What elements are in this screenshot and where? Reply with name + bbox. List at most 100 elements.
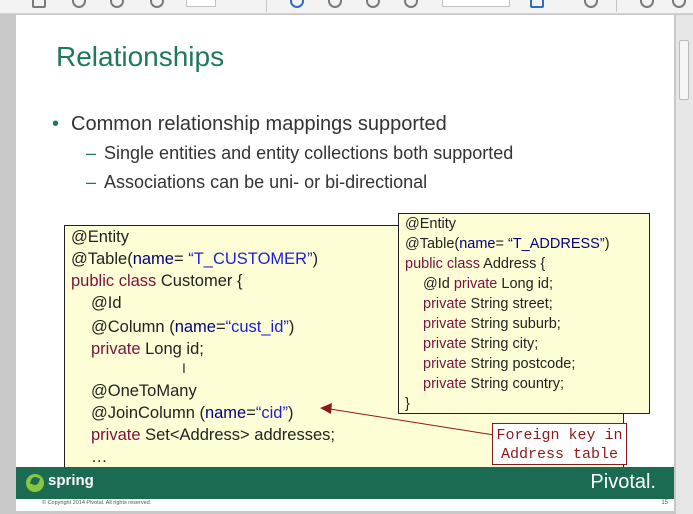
code-line: @Table(name= “T_ADDRESS”) — [405, 236, 610, 252]
next-page-icon[interactable] — [150, 0, 164, 8]
string-literal: “T_ADDRESS” — [508, 236, 605, 252]
code-text: String country; — [466, 376, 565, 392]
zoom-out-icon[interactable] — [328, 0, 342, 8]
slide-footer: spring Pivotal. — [16, 467, 674, 499]
annotation-text: @Entity — [405, 216, 456, 232]
annotation-text: @Id — [423, 276, 454, 292]
operator-text: = — [215, 318, 226, 336]
code-line: @OneToMany — [91, 382, 197, 401]
bullet-text: Common relationship mappings supported — [71, 113, 447, 135]
punctuation-text: ) — [604, 236, 610, 252]
code-line: @Entity — [71, 228, 129, 247]
annotation-text: @Table( — [405, 236, 460, 252]
bullet-item: • Common relationship mappings supported — [52, 113, 447, 136]
code-line: private Set<Address> addresses; — [91, 426, 335, 445]
punctuation-text: ) — [288, 318, 295, 336]
string-literal: “cid” — [255, 404, 288, 422]
code-line: @Table(name= “T_CUSTOMER”) — [71, 250, 318, 269]
operator-text: = — [495, 236, 508, 252]
code-line: @JoinColumn (name=“cid”) — [91, 404, 293, 423]
code-line: @Column (name=“cust_id”) — [91, 318, 294, 337]
punctuation-text: ) — [287, 404, 294, 422]
viewer-toolbar — [0, 0, 693, 14]
attribute-name: name — [174, 318, 216, 336]
zoom-in-icon[interactable] — [366, 0, 380, 8]
page-number: 15 — [661, 500, 668, 506]
attribute-name: name — [204, 404, 247, 422]
attribute-name: name — [132, 250, 174, 268]
text-cursor-icon: I — [182, 360, 186, 376]
sign-icon[interactable] — [584, 0, 598, 8]
dash-marker: – — [86, 172, 97, 192]
copyright-text: © Copyright 2014 Pivotal. All rights res… — [42, 500, 152, 506]
code-line: @Id private Long id; — [423, 276, 553, 292]
dash-marker: – — [86, 143, 97, 163]
code-line: public class Address { — [405, 256, 545, 272]
foreign-key-callout: Foreign key in Address table — [492, 423, 627, 465]
ellipsis-text: … — [91, 448, 108, 466]
toolbar-separator — [266, 0, 267, 12]
keyword-text: private — [91, 426, 141, 444]
code-line: } — [405, 396, 410, 412]
zoom-level-field[interactable] — [442, 0, 510, 7]
code-text: Set<Address> addresses; — [140, 426, 335, 444]
slide-title: Relationships — [56, 41, 225, 72]
keyword-text: private — [453, 276, 498, 292]
keyword-text: private — [423, 356, 467, 372]
page-icon[interactable] — [32, 0, 46, 8]
code-text: Long id; — [140, 340, 204, 358]
sub-bullet-item: – Single entities and entity collections … — [86, 143, 513, 164]
code-text: String city; — [466, 336, 539, 352]
annotation-text: @Entity — [71, 228, 130, 246]
punctuation-text: ) — [312, 250, 319, 268]
annotation-text: @OneToMany — [91, 382, 197, 400]
annotation-text: @Table( — [71, 250, 133, 268]
select-tool-icon[interactable] — [290, 0, 304, 8]
page-number-field[interactable] — [186, 0, 216, 7]
operator-text: = — [173, 250, 189, 268]
scrollbar-thumb[interactable] — [679, 40, 689, 100]
keyword-text: private — [423, 336, 467, 352]
comment-icon[interactable] — [640, 0, 654, 8]
slide-page: Relationships • Common relationship mappi… — [16, 15, 674, 511]
annotation-text: @Column ( — [91, 318, 175, 336]
brace-text: } — [405, 396, 410, 412]
attribute-name: name — [459, 236, 496, 252]
annotation-text: @Id — [91, 294, 122, 312]
code-text: Customer { — [156, 272, 243, 290]
string-literal: “T_CUSTOMER” — [188, 250, 313, 268]
search-icon[interactable] — [72, 0, 86, 8]
spring-leaf-icon — [26, 474, 44, 492]
previous-page-icon[interactable] — [110, 0, 124, 8]
fit-page-icon[interactable] — [404, 0, 418, 8]
share-icon[interactable] — [672, 0, 686, 8]
address-code-box: @Entity @Table(name= “T_ADDRESS”) public… — [398, 213, 650, 414]
sub-bullet-text: Single entities and entity collections b… — [104, 143, 514, 163]
code-text: Long id; — [497, 276, 554, 292]
keyword-text: public class — [405, 256, 480, 272]
toolbar-separator — [616, 0, 617, 12]
code-text: String suburb; — [466, 316, 561, 332]
code-line: public class Customer { — [71, 272, 243, 291]
keyword-text: private — [423, 316, 467, 332]
keyword-text: private — [423, 376, 467, 392]
code-line: private String suburb; — [423, 316, 561, 332]
save-icon[interactable] — [530, 0, 544, 8]
code-line: @Entity — [405, 216, 456, 232]
code-line: private Long id; — [91, 340, 204, 359]
sub-bullet-item: – Associations can be uni- or bi-directio… — [86, 172, 427, 193]
string-literal: “cust_id” — [225, 318, 289, 336]
sub-bullet-text: Associations can be uni- or bi-direction… — [104, 172, 428, 192]
keyword-text: private — [91, 340, 141, 358]
keyword-text: private — [423, 296, 467, 312]
callout-line: Foreign key in — [496, 427, 623, 444]
bullet-marker: • — [52, 113, 60, 135]
code-line: private String street; — [423, 296, 553, 312]
operator-text: = — [246, 404, 256, 422]
code-text: Address { — [479, 256, 546, 272]
code-line: private String country; — [423, 376, 564, 392]
spring-logo-text: spring — [48, 472, 94, 489]
code-line: private String postcode; — [423, 356, 575, 372]
code-text: String street; — [466, 296, 553, 312]
code-line: private String city; — [423, 336, 538, 352]
